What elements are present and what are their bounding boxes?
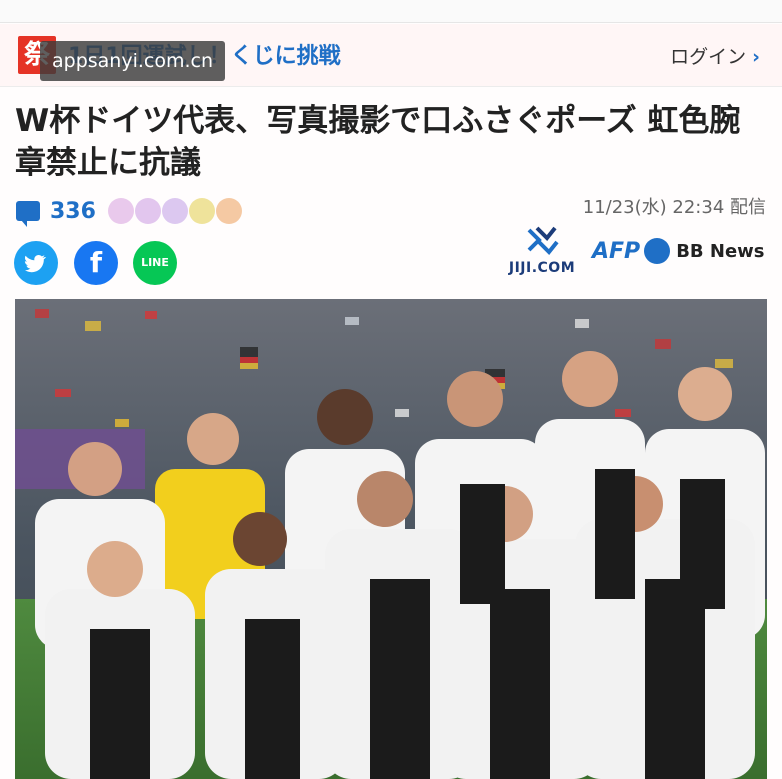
publish-date: 11/23(水) 22:34 配信 xyxy=(582,197,766,218)
comment-icon[interactable] xyxy=(16,201,40,227)
comment-count[interactable]: 336 xyxy=(50,199,96,224)
article-headline: W杯ドイツ代表、写真撮影で口ふさぐポーズ 虹色腕章禁止に抗議 xyxy=(15,103,741,181)
login-button[interactable]: ログイン › xyxy=(670,42,760,69)
login-label: ログイン xyxy=(670,46,747,68)
afp-bbnews-source-logo[interactable]: AFP BB News xyxy=(592,238,765,264)
jiji-label: JIJI.COM xyxy=(508,260,576,276)
facebook-icon: f xyxy=(89,246,103,279)
line-share-button[interactable]: LINE xyxy=(133,241,177,285)
article-meta: 336 xyxy=(16,196,243,227)
jiji-mark-icon xyxy=(527,226,559,255)
twitter-bird-icon xyxy=(24,255,46,273)
reaction-face-icon xyxy=(134,198,161,224)
twitter-share-button[interactable] xyxy=(14,241,58,285)
team-photo-image xyxy=(15,299,767,779)
top-strip xyxy=(0,0,782,23)
reaction-face-icon xyxy=(161,198,188,224)
line-icon: LINE xyxy=(141,256,169,269)
article-photo[interactable] xyxy=(15,299,767,779)
reaction-face-icon xyxy=(188,198,215,224)
afp-label: AFP xyxy=(592,238,641,264)
afp-dot-icon xyxy=(644,238,671,264)
chevron-right-icon: › xyxy=(752,46,760,68)
reaction-face-icon xyxy=(215,198,242,224)
reaction-faces[interactable] xyxy=(107,198,243,224)
reaction-face-icon xyxy=(107,198,134,224)
facebook-share-button[interactable]: f xyxy=(74,241,118,285)
jiji-source-logo[interactable]: JIJI.COM xyxy=(500,222,584,276)
site-watermark: appsanyi.com.cn xyxy=(40,41,226,81)
bbnews-label: BB News xyxy=(676,240,765,262)
